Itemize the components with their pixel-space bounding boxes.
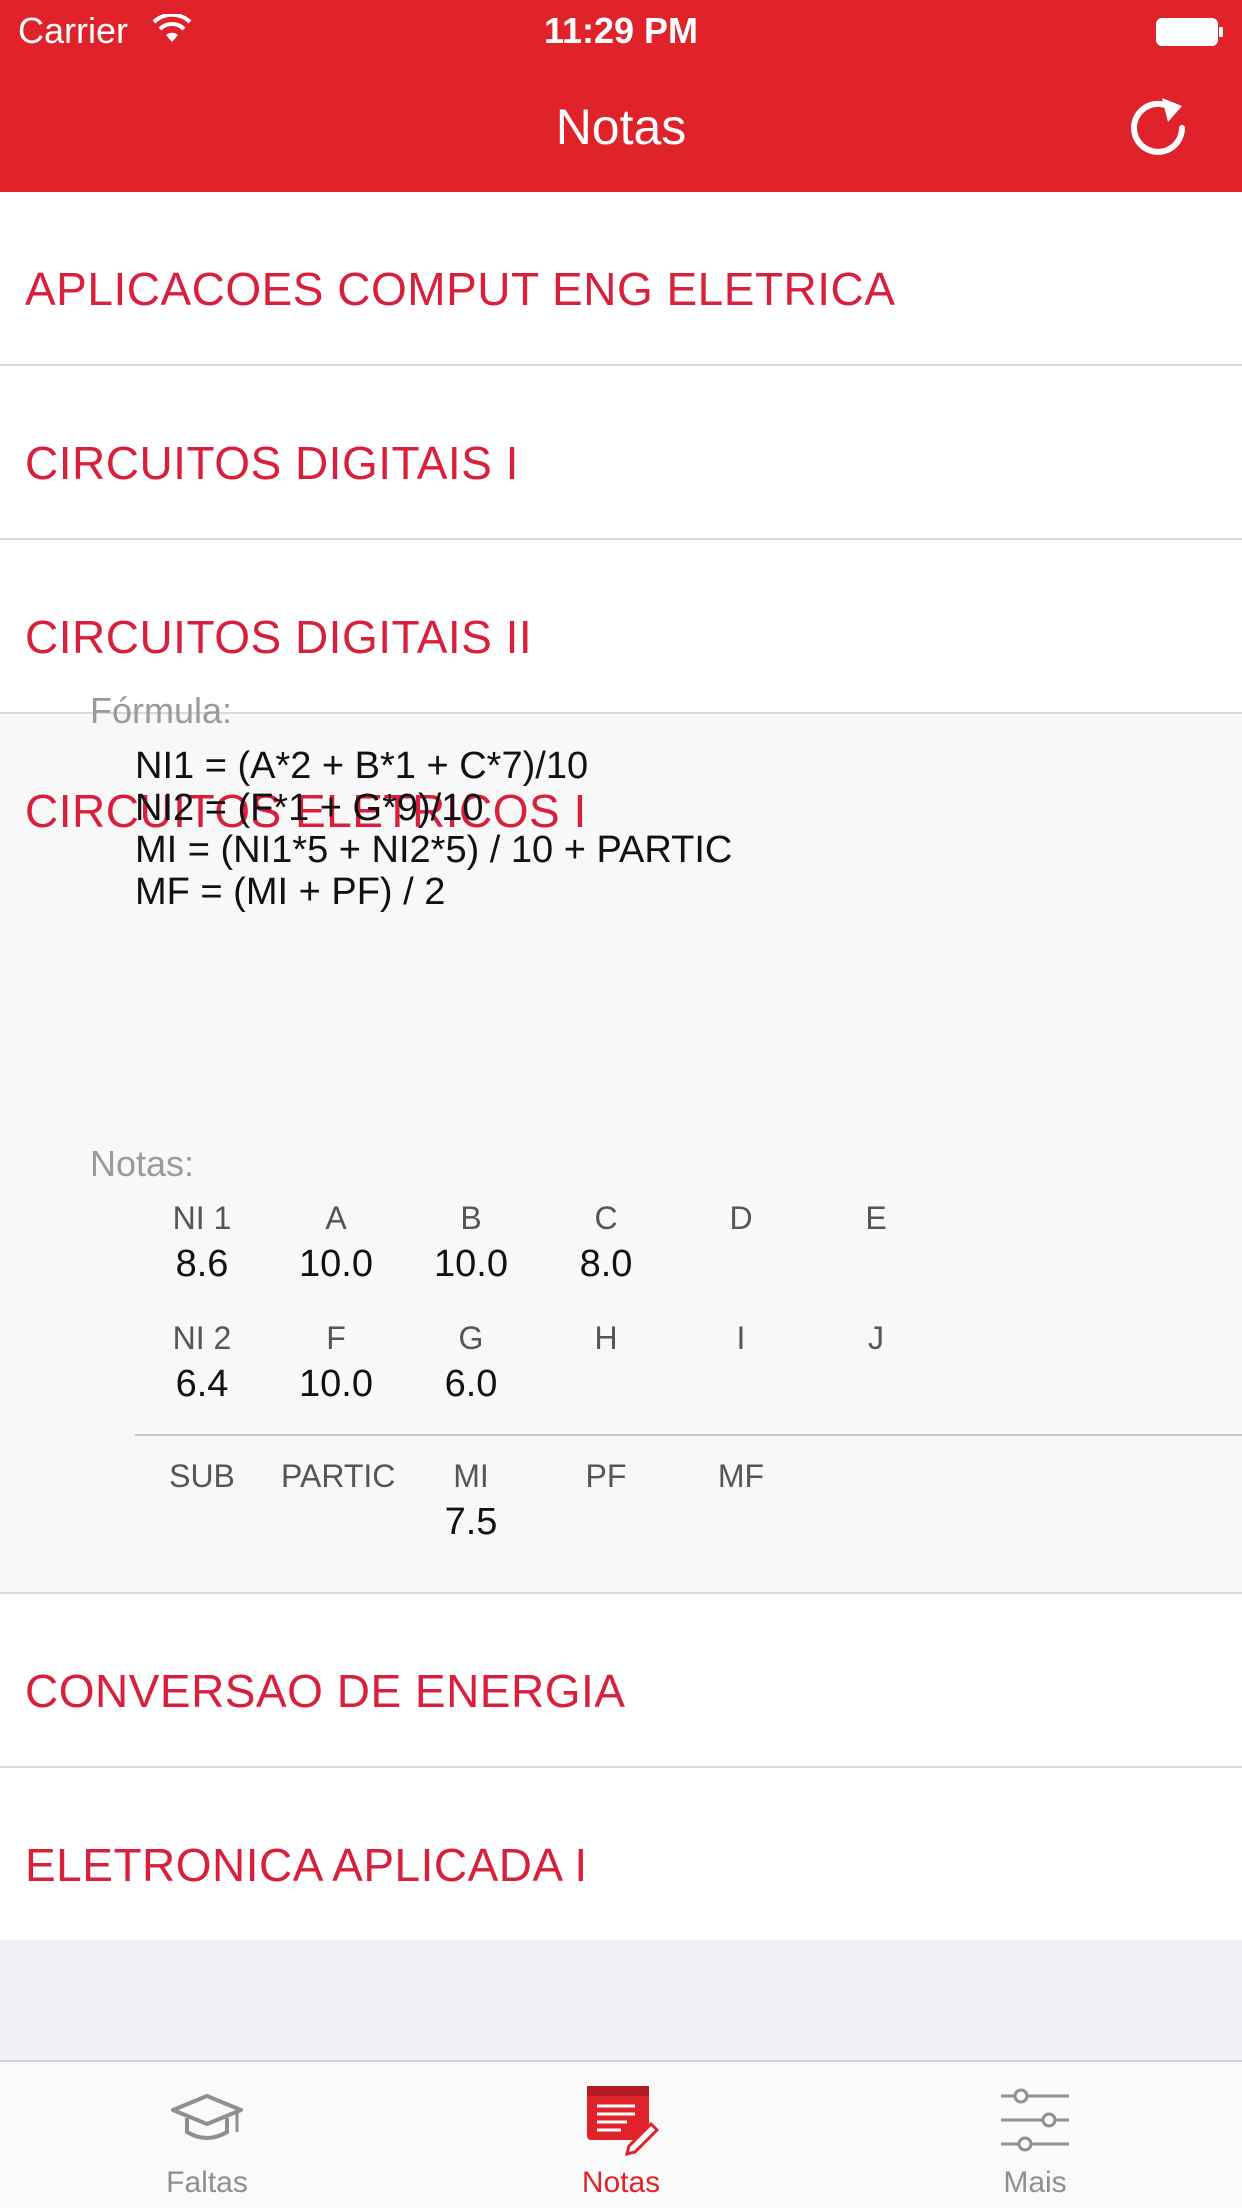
- grade-header: F: [326, 1320, 346, 1356]
- course-name: ELETRONICA APLICADA I: [25, 1839, 588, 1891]
- course-row[interactable]: ELETRONICA APLICADA I: [0, 1768, 1242, 1942]
- grade-header: B: [460, 1200, 482, 1236]
- grade-cell: J: [821, 1320, 931, 1363]
- grade-cell: NI 1 8.6: [147, 1200, 257, 1286]
- course-row[interactable]: CIRCUITOS DIGITAIS I: [0, 366, 1242, 540]
- course-list: APLICACOES COMPUT ENG ELETRICA CIRCUITOS…: [0, 192, 1242, 1942]
- tab-bar: Faltas Notas Mais: [0, 2060, 1242, 2208]
- formula-block: NI1 = (A*2 + B*1 + C*7)/10 NI2 = (F*1 + …: [135, 745, 732, 913]
- grade-value: 10.0: [299, 1363, 373, 1405]
- grade-value: 8.6: [175, 1243, 229, 1285]
- grade-cell: MI 7.5: [416, 1458, 526, 1544]
- page-title: Notas: [555, 99, 687, 155]
- tab-faltas[interactable]: Faltas: [0, 2062, 414, 2208]
- grade-cell: B 10.0: [416, 1200, 526, 1286]
- grade-cell: C 8.0: [551, 1200, 661, 1286]
- grade-cell: F 10.0: [281, 1320, 391, 1406]
- grade-cell: SUB: [147, 1458, 257, 1501]
- grades-divider: [135, 1434, 1242, 1436]
- grade-header: PARTIC: [281, 1458, 396, 1494]
- course-name: CONVERSAO DE ENERGIA: [25, 1665, 626, 1717]
- grade-header: D: [729, 1200, 753, 1236]
- course-row[interactable]: CONVERSAO DE ENERGIA: [0, 1594, 1242, 1768]
- grade-header: A: [325, 1200, 347, 1236]
- formula-line: NI1 = (A*2 + B*1 + C*7)/10: [135, 745, 589, 787]
- grade-header: I: [736, 1320, 746, 1356]
- grade-header: NI 1: [172, 1200, 232, 1236]
- formula-label: Fórmula:: [90, 690, 233, 731]
- sliders-icon: [1001, 2088, 1069, 2152]
- grade-header: SUB: [169, 1458, 235, 1494]
- grade-value: 10.0: [299, 1243, 373, 1285]
- grade-header: E: [865, 1200, 887, 1236]
- grade-header: NI 2: [172, 1320, 232, 1356]
- grade-cell: A 10.0: [281, 1200, 391, 1286]
- grade-cell: PF: [551, 1458, 661, 1501]
- grade-cell: NI 2 6.4: [147, 1320, 257, 1406]
- notas-label: Notas:: [90, 1143, 195, 1184]
- grade-cell: E: [821, 1200, 931, 1243]
- grade-header: G: [458, 1320, 484, 1356]
- course-name: APLICACOES COMPUT ENG ELETRICA: [25, 263, 896, 315]
- course-row[interactable]: CIRCUITOS DIGITAIS II: [0, 540, 1242, 714]
- graduation-cap-icon: [171, 2094, 243, 2140]
- tab-notas[interactable]: Notas: [414, 2062, 828, 2208]
- tab-label: Mais: [1003, 2166, 1067, 2199]
- nav-header: Carrier 11:29 PM Notas: [0, 0, 1242, 192]
- tab-mais[interactable]: Mais: [828, 2062, 1242, 2208]
- grade-cell: G 6.0: [416, 1320, 526, 1406]
- grade-value: 8.0: [579, 1243, 633, 1285]
- formula-line: MF = (MI + PF) / 2: [135, 871, 446, 913]
- grade-header: H: [594, 1320, 618, 1356]
- grade-header: MI: [453, 1458, 489, 1494]
- formula-line: MI = (NI1*5 + NI2*5) / 10 + PARTIC: [135, 829, 733, 871]
- list-footer-background: [0, 1940, 1242, 2060]
- formula-line: NI2 = (F*1 + G*9)/10: [135, 787, 484, 829]
- grade-header: J: [868, 1320, 884, 1356]
- course-name: CIRCUITOS DIGITAIS II: [25, 611, 533, 663]
- grade-cell: H: [551, 1320, 661, 1363]
- grade-header: C: [594, 1200, 618, 1236]
- course-row[interactable]: APLICACOES COMPUT ENG ELETRICA: [0, 192, 1242, 366]
- clock: 11:29 PM: [543, 10, 699, 51]
- grade-header: MF: [717, 1458, 765, 1494]
- notes-icon: [587, 2086, 660, 2157]
- grade-cell: MF: [686, 1458, 796, 1501]
- grade-cell: D: [686, 1200, 796, 1243]
- status-bar: Carrier 11:29 PM: [0, 0, 1242, 60]
- refresh-icon[interactable]: [1126, 88, 1190, 158]
- grade-cell: I: [686, 1320, 796, 1363]
- battery-icon: [1156, 18, 1223, 46]
- grade-value: 6.0: [444, 1363, 498, 1405]
- tab-label: Faltas: [166, 2166, 248, 2199]
- grade-value: 6.4: [175, 1363, 229, 1405]
- tab-label: Notas: [581, 2166, 661, 2199]
- course-name: CIRCUITOS DIGITAIS I: [25, 437, 519, 489]
- grade-cell: PARTIC: [281, 1458, 396, 1501]
- grade-value: 7.5: [444, 1501, 498, 1543]
- grade-header: PF: [585, 1458, 627, 1494]
- grade-value: 10.0: [434, 1243, 508, 1285]
